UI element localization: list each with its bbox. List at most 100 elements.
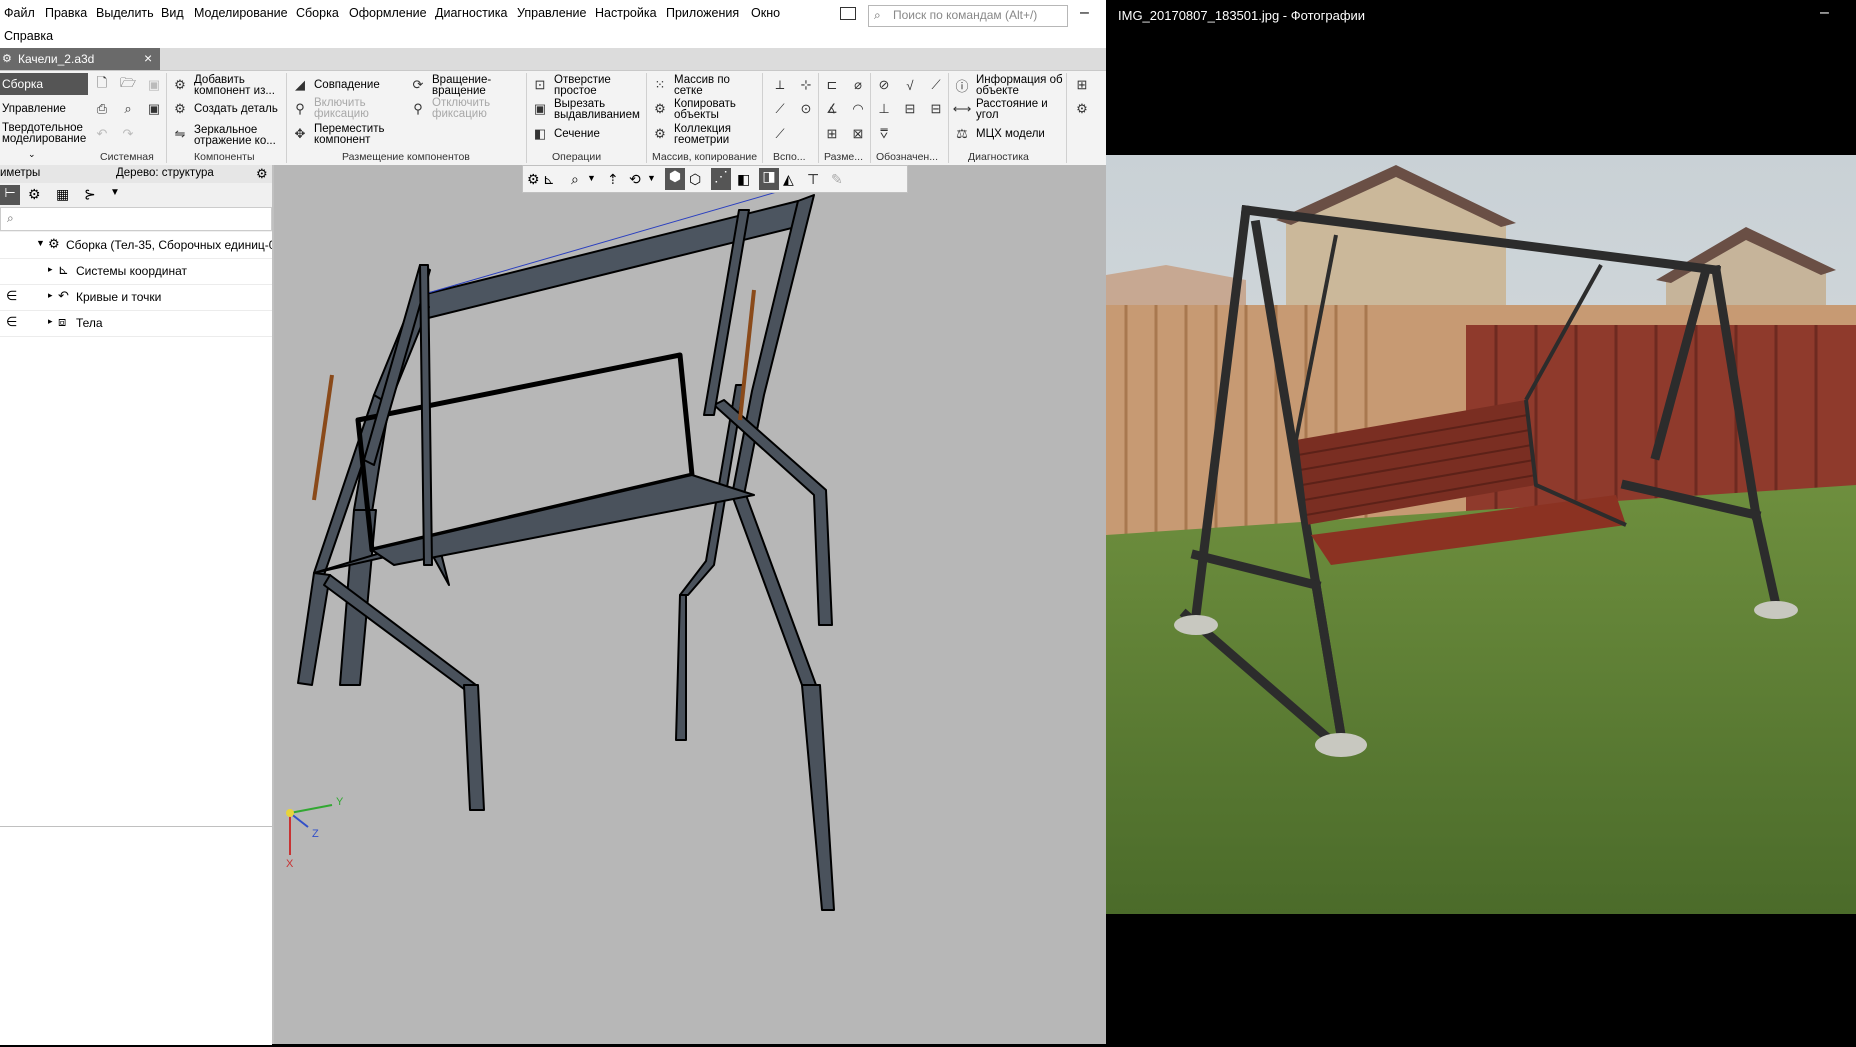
save-icon[interactable]: ▣	[146, 77, 162, 93]
object-info-button[interactable]: Информация об объекте	[976, 74, 1066, 97]
nav-item-solid-modeling[interactable]: Твердотельное моделирование	[2, 122, 88, 145]
report-settings-icon[interactable]: ⚙	[1074, 101, 1090, 117]
tree-panel-label[interactable]: Дерево: структура	[116, 167, 214, 179]
cut-extrude-button[interactable]: Вырезать выдавливанием	[554, 98, 644, 121]
chevron-down-icon[interactable]: ⌄	[28, 149, 36, 160]
open-file-icon[interactable]: 🗁	[120, 75, 136, 93]
document-tab[interactable]: ⚙ Качели_2.a3d ×	[0, 48, 160, 70]
show-curves-icon[interactable]: ⋰	[711, 168, 731, 190]
chevron-down-icon[interactable]: ▼	[36, 238, 45, 248]
aux-plane-icon[interactable]: ⟂	[772, 77, 788, 93]
render-icon[interactable]: ◭	[783, 171, 794, 188]
dimension-diameter-icon[interactable]: ⌀	[850, 77, 866, 93]
geometry-collection-button[interactable]: Коллекция геометрии	[674, 123, 754, 146]
move-component-button[interactable]: Переместить компонент	[314, 123, 394, 146]
designation-thread-icon[interactable]: ⊘	[876, 77, 892, 93]
add-component-button[interactable]: Добавить компонент из...	[194, 74, 284, 97]
menu-drawing[interactable]: Оформление	[349, 6, 427, 20]
menu-edit[interactable]: Правка	[45, 6, 87, 20]
report-icon[interactable]: ⊞	[1074, 77, 1090, 93]
menu-help[interactable]: Справка	[4, 29, 53, 43]
grid-array-button[interactable]: Массив по сетке	[674, 74, 754, 97]
menu-file[interactable]: Файл	[4, 6, 35, 20]
menu-diagnostics[interactable]: Диагностика	[435, 6, 507, 20]
rotate-icon[interactable]: ⟲	[629, 171, 641, 188]
rotation-button[interactable]: Вращение-вращение	[432, 74, 502, 97]
close-tab-button[interactable]: ×	[144, 50, 152, 66]
coincidence-button[interactable]: Совпадение	[314, 79, 380, 91]
chevron-right-icon[interactable]: ▸	[48, 290, 53, 301]
tree-row-root[interactable]: ▼ ⚙ Сборка (Тел-35, Сборочных единиц-0	[0, 232, 272, 259]
designation-mark-icon[interactable]: ⊟	[928, 101, 944, 117]
aux-line-icon[interactable]: ⟋	[772, 101, 788, 117]
tree-search-input[interactable]: ⌕	[0, 207, 272, 231]
preview-icon[interactable]: ⌕	[120, 101, 136, 117]
distance-angle-button[interactable]: Расстояние и угол	[976, 98, 1066, 121]
wireframe-view-icon[interactable]: ⬡	[689, 171, 701, 188]
panel-toggle-icon[interactable]	[840, 7, 856, 20]
save-as-icon[interactable]: ▣	[146, 101, 162, 117]
tree-view-icon[interactable]: ⊢	[0, 185, 20, 205]
aux-axis-icon[interactable]: ⊹	[798, 77, 814, 93]
shaded-view-icon[interactable]: ⬢	[665, 168, 685, 190]
pan-icon[interactable]: ⇡	[607, 171, 619, 188]
component-view-icon[interactable]: ⚙	[28, 186, 41, 203]
orientation-icon[interactable]: ⊾	[543, 171, 555, 188]
zoom-icon[interactable]: ⌕	[571, 171, 579, 188]
redo-icon[interactable]: ↷	[120, 126, 136, 142]
settings-view-icon[interactable]: ⚙	[527, 171, 540, 188]
section-button[interactable]: Сечение	[554, 128, 600, 140]
filter-icon[interactable]: ⊱	[84, 186, 96, 203]
designation-roughness-icon[interactable]: √	[902, 77, 918, 93]
grid-view-icon[interactable]: ▦	[56, 186, 69, 203]
designation-weld-icon[interactable]: ⩢	[876, 126, 892, 142]
3d-viewport[interactable]: X Y Z	[274, 165, 1106, 1044]
dimension-linear-icon[interactable]: ⊏	[824, 77, 840, 93]
disable-fix-button[interactable]: Отключить фиксацию	[432, 97, 504, 120]
dimension-chain-icon[interactable]: ⊠	[850, 126, 866, 142]
params-panel-label[interactable]: иметры	[0, 167, 40, 179]
menu-modeling[interactable]: Моделирование	[194, 6, 288, 20]
minimize-button[interactable]: –	[1820, 4, 1829, 22]
mass-properties-button[interactable]: МЦХ модели	[976, 128, 1045, 140]
gear-icon[interactable]: ⚙	[256, 166, 268, 182]
perspective-icon[interactable]: ◨	[759, 168, 779, 190]
copy-objects-button[interactable]: Копировать объекты	[674, 98, 754, 121]
menu-applications[interactable]: Приложения	[666, 6, 739, 20]
dimension-angle-icon[interactable]: ∡	[824, 101, 840, 117]
menu-window[interactable]: Окно	[751, 6, 780, 20]
menu-view[interactable]: Вид	[161, 6, 184, 20]
designation-base-icon[interactable]: ⊥	[876, 101, 892, 117]
print-icon[interactable]: ⎙	[94, 101, 110, 117]
dimension-radius-icon[interactable]: ◠	[850, 101, 866, 117]
undo-icon[interactable]: ↶	[94, 126, 110, 142]
chevron-right-icon[interactable]: ▸	[48, 316, 53, 327]
chevron-right-icon[interactable]: ▸	[48, 264, 53, 275]
section-view-icon[interactable]: ◧	[737, 171, 750, 188]
aux-curve-icon[interactable]: ⟋	[772, 126, 788, 142]
menu-select[interactable]: Выделить	[96, 6, 154, 20]
menu-settings[interactable]: Настройка	[595, 6, 657, 20]
menu-assembly[interactable]: Сборка	[296, 6, 339, 20]
designation-leader-icon[interactable]: ⟋	[928, 77, 944, 93]
dimension-auto-icon[interactable]: ⊞	[824, 126, 840, 142]
dropdown-icon[interactable]: ▼	[587, 173, 596, 183]
enable-fix-button[interactable]: Включить фиксацию	[314, 97, 386, 120]
nav-item-assembly[interactable]: Сборка	[0, 73, 88, 95]
dropdown-icon[interactable]: ▼	[647, 173, 656, 183]
minimize-button[interactable]: –	[1080, 4, 1089, 22]
aux-point-icon[interactable]: ⊙	[798, 101, 814, 117]
pen-icon[interactable]: ✎	[831, 171, 843, 188]
mirror-button[interactable]: Зеркальное отражение ко...	[194, 124, 284, 147]
menu-management[interactable]: Управление	[517, 6, 587, 20]
tree-row-bodies[interactable]: ∈ ▸ ⧈ Тела	[0, 310, 272, 337]
tree-row-curves-points[interactable]: ∈ ▸ ↶ Кривые и точки	[0, 284, 272, 311]
dropdown-icon[interactable]: ▼	[110, 187, 120, 198]
command-search-input[interactable]: ⌕ Поиск по командам (Alt+/)	[868, 5, 1068, 27]
nav-item-management[interactable]: Управление	[2, 103, 66, 115]
designation-tolerance-icon[interactable]: ⊟	[902, 101, 918, 117]
create-part-button[interactable]: Создать деталь	[194, 103, 278, 115]
new-file-icon[interactable]: 🗋	[94, 75, 110, 93]
measure-icon[interactable]: ⊤	[807, 171, 819, 188]
tree-row-coordinate-systems[interactable]: ▸ ⊾ Системы координат	[0, 258, 272, 285]
